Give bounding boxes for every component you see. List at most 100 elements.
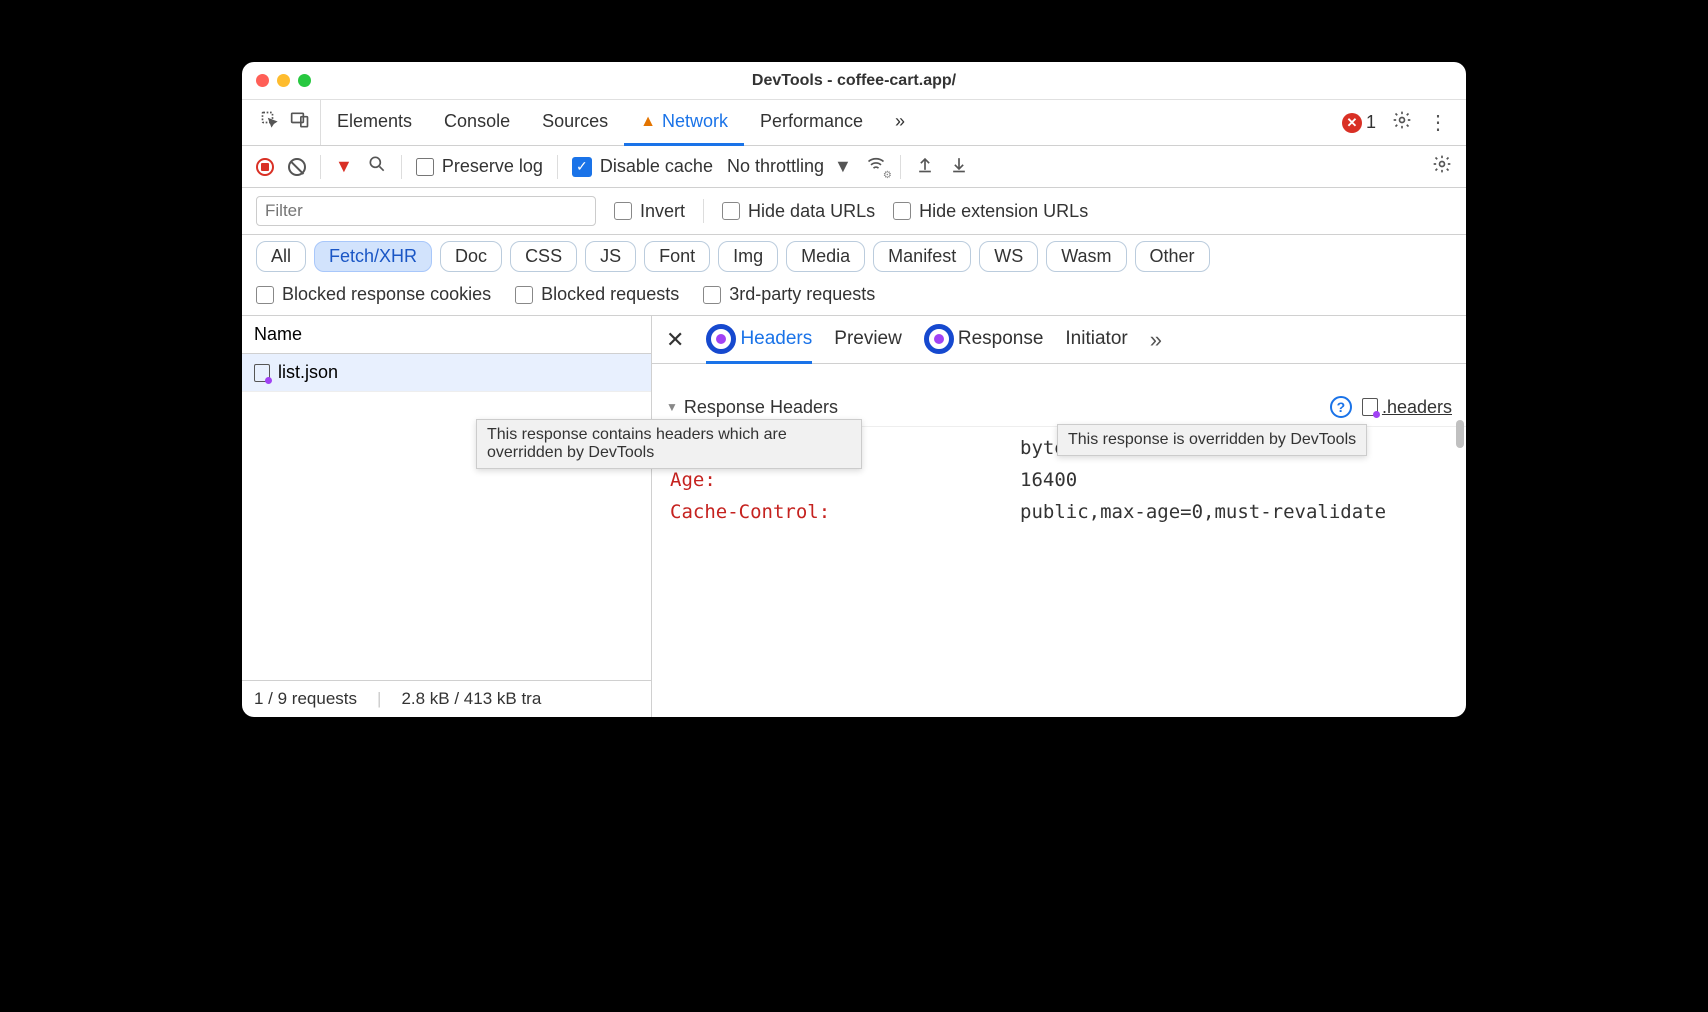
tab-initiator[interactable]: Initiator [1065, 316, 1127, 364]
checkbox-icon [703, 286, 721, 304]
checkbox-icon [893, 202, 911, 220]
tab-preview[interactable]: Preview [834, 316, 902, 364]
header-key: Age: [670, 469, 1020, 491]
pill-css[interactable]: CSS [510, 241, 577, 272]
status-bar: 1 / 9 requests | 2.8 kB / 413 kB tra [242, 680, 651, 717]
request-list: Name list.json 1 / 9 requests | 2.8 kB /… [242, 316, 652, 717]
tab-headers[interactable]: Headers [706, 316, 812, 364]
main-tabs: Elements Console Sources ▲Network Perfor… [242, 100, 1466, 146]
preserve-log-input[interactable] [416, 158, 434, 176]
blocked-cookies-checkbox[interactable]: Blocked response cookies [256, 284, 491, 305]
name-column-header[interactable]: Name [242, 316, 651, 354]
warning-icon: ▲ [640, 113, 656, 131]
device-toggle-icon[interactable] [290, 110, 310, 135]
pill-fetch-xhr[interactable]: Fetch/XHR [314, 241, 432, 272]
tab-performance[interactable]: Performance [744, 100, 879, 146]
separator [703, 199, 704, 223]
error-count[interactable]: ✕ 1 [1342, 112, 1376, 133]
filter-input[interactable] [256, 196, 596, 226]
download-icon[interactable] [949, 154, 969, 179]
separator: | [377, 689, 381, 709]
disclosure-triangle-icon: ▼ [666, 400, 678, 414]
tab-elements[interactable]: Elements [321, 100, 428, 146]
header-key: Cache-Control: [670, 501, 1020, 523]
pill-manifest[interactable]: Manifest [873, 241, 971, 272]
maximize-window-button[interactable] [298, 74, 311, 87]
pill-all[interactable]: All [256, 241, 306, 272]
throttling-select[interactable]: No throttling ▼ [727, 156, 852, 177]
hide-extension-urls-checkbox[interactable]: Hide extension URLs [893, 201, 1088, 222]
devtools-window: DevTools - coffee-cart.app/ Elements Con… [242, 62, 1466, 717]
headers-file-link[interactable]: .headers [1362, 397, 1452, 418]
upload-icon[interactable] [915, 154, 935, 179]
detail-tabs-overflow[interactable]: » [1150, 316, 1162, 363]
pill-media[interactable]: Media [786, 241, 865, 272]
content-area: Name list.json 1 / 9 requests | 2.8 kB /… [242, 316, 1466, 717]
chevron-double-right-icon: » [895, 111, 905, 132]
pill-js[interactable]: JS [585, 241, 636, 272]
tooltip-headers-override: This response contains headers which are… [476, 419, 862, 469]
tab-sources[interactable]: Sources [526, 100, 624, 146]
header-row: Age:16400 [670, 469, 1448, 491]
request-count: 1 / 9 requests [254, 689, 357, 709]
preserve-log-checkbox[interactable]: Preserve log [416, 156, 543, 177]
checkbox-icon [256, 286, 274, 304]
request-detail: ✕ Headers Preview Response Initiator » ▼… [652, 316, 1466, 717]
gear-sub-icon: ⚙ [883, 170, 892, 181]
search-icon[interactable] [367, 154, 387, 179]
tab-network[interactable]: ▲Network [624, 100, 744, 146]
scrollbar-thumb[interactable] [1456, 420, 1464, 448]
separator [401, 155, 402, 179]
block-filters-row: Blocked response cookies Blocked request… [242, 278, 1466, 316]
close-window-button[interactable] [256, 74, 269, 87]
header-value: 16400 [1020, 469, 1077, 491]
filter-icon[interactable]: ▼ [335, 156, 353, 177]
pill-other[interactable]: Other [1135, 241, 1210, 272]
checkbox-icon [515, 286, 533, 304]
type-filter-row: All Fetch/XHR Doc CSS JS Font Img Media … [242, 235, 1466, 278]
checked-icon: ✓ [572, 157, 592, 177]
pill-wasm[interactable]: Wasm [1046, 241, 1126, 272]
header-row: Cache-Control:public,max-age=0,must-reva… [670, 501, 1448, 523]
pill-ws[interactable]: WS [979, 241, 1038, 272]
traffic-lights [256, 74, 311, 87]
tab-console[interactable]: Console [428, 100, 526, 146]
request-row-list-json[interactable]: list.json [242, 354, 651, 392]
pill-doc[interactable]: Doc [440, 241, 502, 272]
invert-checkbox[interactable]: Invert [614, 201, 685, 222]
separator [320, 155, 321, 179]
inspect-icon[interactable] [260, 110, 280, 135]
file-override-icon [254, 364, 270, 382]
clear-button[interactable] [288, 158, 306, 176]
network-settings-icon[interactable] [1432, 154, 1452, 180]
section-title: Response Headers [684, 397, 838, 418]
network-conditions-icon[interactable]: ⚙ [866, 154, 886, 179]
window-title: DevTools - coffee-cart.app/ [242, 72, 1466, 90]
override-indicator-icon [924, 324, 954, 354]
hide-data-urls-checkbox[interactable]: Hide data URLs [722, 201, 875, 222]
disable-cache-checkbox[interactable]: ✓ Disable cache [572, 156, 713, 177]
help-icon[interactable]: ? [1330, 396, 1352, 418]
tab-response[interactable]: Response [924, 316, 1044, 364]
close-detail-button[interactable]: ✕ [666, 316, 684, 363]
tabs-overflow[interactable]: » [879, 100, 921, 146]
checkbox-icon [614, 202, 632, 220]
more-menu-icon[interactable]: ⋮ [1428, 110, 1448, 135]
tooltip-response-override: This response is overridden by DevTools [1057, 424, 1367, 456]
override-indicator-icon [706, 324, 736, 354]
filter-bar: Invert Hide data URLs Hide extension URL… [242, 188, 1466, 235]
header-value: public,max-age=0,must-revalidate [1020, 501, 1386, 523]
blocked-requests-checkbox[interactable]: Blocked requests [515, 284, 679, 305]
record-button[interactable] [256, 158, 274, 176]
transfer-size: 2.8 kB / 413 kB tra [401, 689, 541, 709]
request-name: list.json [278, 362, 338, 383]
pill-img[interactable]: Img [718, 241, 778, 272]
settings-icon[interactable] [1392, 110, 1412, 136]
separator [557, 155, 558, 179]
inspect-toggle-group [250, 100, 321, 145]
network-toolbar: ▼ Preserve log ✓ Disable cache No thrott… [242, 146, 1466, 188]
third-party-checkbox[interactable]: 3rd-party requests [703, 284, 875, 305]
minimize-window-button[interactable] [277, 74, 290, 87]
checkbox-icon [722, 202, 740, 220]
pill-font[interactable]: Font [644, 241, 710, 272]
